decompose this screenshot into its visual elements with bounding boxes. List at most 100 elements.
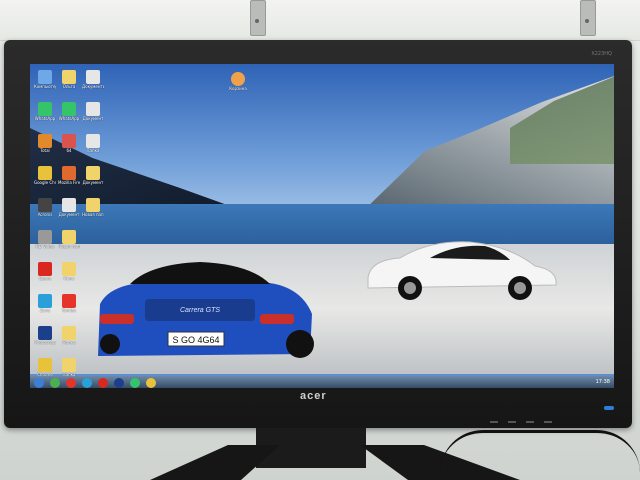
desktop-icon-label: Новая папка — [82, 212, 104, 217]
app-icon — [62, 134, 76, 148]
taskbar-app-icon[interactable] — [66, 378, 76, 388]
desktop-icon[interactable]: Ольга — [58, 70, 80, 89]
desktop-icon[interactable]: Новая папка — [58, 230, 80, 249]
app-icon — [86, 70, 100, 84]
app-icon — [62, 102, 76, 116]
license-plate: S GO 4G64 — [172, 335, 219, 345]
app-icon — [38, 166, 52, 180]
wall-shelf — [0, 0, 640, 41]
white-porsche — [367, 241, 557, 300]
power-led[interactable] — [604, 406, 614, 410]
app-icon — [86, 198, 100, 212]
desktop-icon-label: WhatsApp — [34, 116, 56, 121]
shelf-bracket-right — [580, 0, 596, 36]
app-icon — [62, 70, 76, 84]
desktop-icon[interactable]: Документ — [82, 166, 104, 185]
taskbar-app-icon[interactable] — [34, 378, 44, 388]
desktop-icon-label: Photoshop — [34, 340, 56, 345]
desktop-icon[interactable]: Документы — [82, 70, 104, 89]
stand-base-left — [150, 445, 280, 480]
taskbar-app-icon[interactable] — [82, 378, 92, 388]
desktop-icon[interactable]: Папка — [58, 358, 80, 377]
taskbar-app-icon[interactable] — [146, 378, 156, 388]
desktop-icon[interactable]: Папка — [58, 326, 80, 345]
recycle-bin-icon — [231, 72, 245, 86]
desktop-icon[interactable]: Документ — [82, 102, 104, 121]
desktop-icon-label: Total — [40, 148, 50, 153]
power-cable — [440, 430, 640, 473]
app-icon — [38, 198, 52, 212]
desktop-icon[interactable]: Документ — [58, 198, 80, 217]
app-icon — [86, 166, 100, 180]
desktop-icon[interactable]: Total — [34, 134, 56, 153]
app-icon — [62, 326, 76, 340]
recycle-bin[interactable]: Корзина — [228, 72, 248, 91]
desktop-icon-label: Mozilla Firefox — [58, 180, 80, 185]
app-icon — [62, 358, 76, 372]
app-icon — [38, 326, 52, 340]
app-icon — [38, 230, 52, 244]
desktop-icon-label: Opera — [38, 276, 52, 281]
desktop-icon[interactable]: Кино — [58, 262, 80, 281]
desktop-icon-label: Папка — [62, 340, 76, 345]
desktop-icon[interactable]: Папка — [82, 134, 104, 153]
desktop-icon[interactable]: Yandex — [58, 294, 80, 313]
blue-porsche: S GO 4G64 Carrera GTS — [98, 262, 314, 358]
taskbar: 17:38 — [30, 376, 614, 388]
desktop-icon[interactable]: 64 — [58, 134, 80, 153]
app-icon — [38, 358, 52, 372]
desktop-icon[interactable]: Zona — [34, 294, 56, 313]
desktop-icon[interactable]: Google Chrome — [34, 166, 56, 185]
app-icon — [62, 294, 76, 308]
taskbar-clock: 17:38 — [595, 379, 610, 385]
desktop-icon-label: WhatsApp — [58, 116, 80, 121]
desktop-icon[interactable]: Acronis — [34, 198, 56, 217]
taskbar-app-icon[interactable] — [50, 378, 60, 388]
desktop-icon-label: Документ — [82, 116, 104, 121]
desktop-screen: S GO 4G64 Carrera GTS Корзина Компьютер О… — [30, 64, 614, 388]
desktop-icon-label: HD Video — [35, 244, 55, 249]
desktop-icon[interactable]: Opera — [34, 262, 56, 281]
desktop-icon-label: Документ — [82, 180, 104, 185]
desktop-icon[interactable]: Компьютер — [34, 70, 56, 89]
app-icon — [38, 294, 52, 308]
app-icon — [62, 166, 76, 180]
desktop-icon[interactable]: HD Video — [34, 230, 56, 249]
monitor: X223HQ S GO 4G64 Carrera GTS Корзина Ком… — [4, 40, 632, 428]
app-icon — [62, 262, 76, 276]
desktop-icon-label: Кино — [63, 276, 75, 281]
desktop-icon-label: Документы — [82, 84, 104, 89]
monitor-model: X223HQ — [591, 51, 612, 57]
app-icon — [38, 102, 52, 116]
taskbar-app-icon[interactable] — [114, 378, 124, 388]
monitor-buttons[interactable] — [490, 408, 600, 423]
app-icon — [38, 134, 52, 148]
monitor-brand-logo: acer — [300, 390, 327, 402]
desktop-icon-label: Документ — [58, 212, 80, 217]
taskbar-app-icon[interactable] — [130, 378, 140, 388]
app-icon — [62, 198, 76, 212]
desktop-icon[interactable]: Mozilla Firefox — [58, 166, 80, 185]
shelf-bracket-left — [250, 0, 266, 36]
desktop-icon-label: Google Chrome — [34, 180, 56, 185]
desktop-icon[interactable]: WhatsApp — [58, 102, 80, 121]
desktop-icon[interactable]: Новая папка — [82, 198, 104, 217]
desktop-icon-label: Компьютер — [34, 84, 56, 89]
desktop-icon-label: Ольга — [62, 84, 76, 89]
desktop-icon-label: Новая папка — [58, 244, 80, 249]
app-icon — [86, 102, 100, 116]
app-icon — [38, 70, 52, 84]
app-icon — [86, 134, 100, 148]
taskbar-app-icon[interactable] — [98, 378, 108, 388]
recycle-bin-label: Корзина — [229, 86, 247, 91]
app-icon — [38, 262, 52, 276]
desktop-icon[interactable]: WhatsApp — [34, 102, 56, 121]
app-icon — [62, 230, 76, 244]
car-model-script: Carrera GTS — [180, 307, 220, 314]
desktop-icon[interactable]: Photoshop — [34, 326, 56, 345]
desktop-icon-label: Yandex — [61, 308, 77, 313]
desktop-icon-label: Acronis — [37, 212, 53, 217]
desktop-icon-label: Папка — [86, 148, 100, 153]
desktop-icon[interactable]: Chrome — [34, 358, 56, 377]
desktop-icon-label: Zona — [39, 308, 51, 313]
